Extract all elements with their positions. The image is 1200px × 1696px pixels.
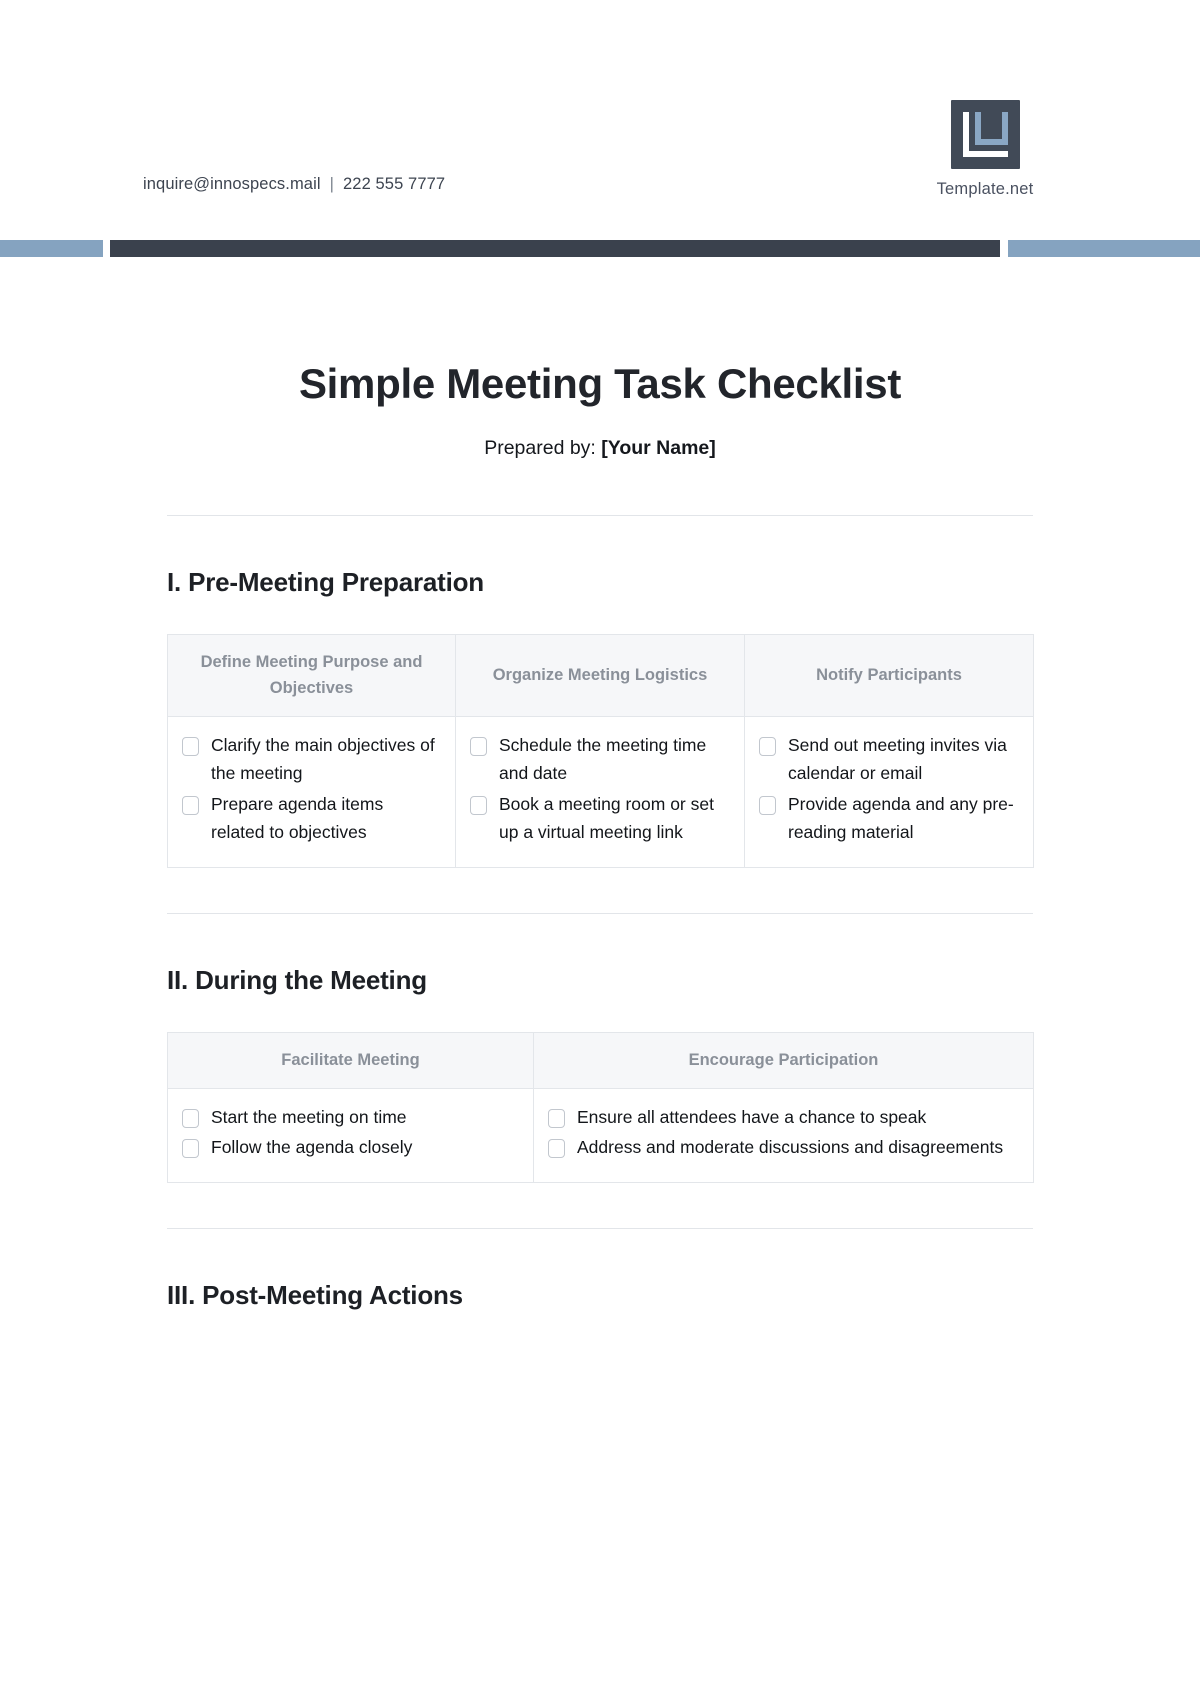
checklist-table-pre-meeting: Define Meeting Purpose and Objectives Or…	[167, 633, 1034, 868]
page-title: Simple Meeting Task Checklist	[298, 360, 902, 407]
checkbox-icon[interactable]	[182, 1109, 199, 1129]
table-cell: Start the meeting on time Follow the age…	[167, 1088, 534, 1183]
prepared-by-line: Prepared by: [Your Name]	[0, 437, 1200, 460]
table-cell: Ensure all attendees have a chance to sp…	[533, 1088, 1034, 1183]
checklist-item[interactable]: Schedule the meeting time and date	[470, 731, 730, 788]
checklist-item[interactable]: Provide agenda and any pre-reading mater…	[759, 790, 1019, 847]
table-header-row: Facilitate Meeting Encourage Participati…	[167, 1031, 1034, 1090]
column-header: Encourage Participation	[533, 1031, 1034, 1090]
checkbox-icon[interactable]	[759, 737, 776, 757]
checklist-item[interactable]: Start the meeting on time	[182, 1103, 519, 1131]
checklist-item-label: Clarify the main objectives of the meeti…	[211, 735, 435, 784]
checklist-item-label: Book a meeting room or set up a virtual …	[499, 793, 714, 843]
header-rule-bars	[0, 240, 1200, 257]
prepared-by-label: Prepared by:	[484, 437, 596, 459]
document-body: Simple Meeting Task Checklist Prepared b…	[0, 256, 1200, 1311]
checkbox-icon[interactable]	[182, 1139, 199, 1159]
brand-name: Template.net	[936, 180, 1034, 198]
table-cell: Clarify the main objectives of the meeti…	[167, 716, 456, 868]
column-header: Define Meeting Purpose and Objectives	[167, 633, 456, 718]
checklist-item-label: Follow the agenda closely	[211, 1137, 413, 1158]
checklist-item-label: Prepare agenda items related to objectiv…	[211, 793, 384, 843]
checkbox-icon[interactable]	[470, 795, 487, 815]
section-pre-meeting-preparation: I. Pre-Meeting Preparation Define Meetin…	[167, 516, 1034, 868]
checklist-item[interactable]: Ensure all attendees have a chance to sp…	[548, 1103, 1019, 1131]
checklist-item[interactable]: Prepare agenda items related to objectiv…	[182, 790, 441, 847]
table-row: Clarify the main objectives of the meeti…	[167, 716, 1034, 868]
section-heading: I. Pre-Meeting Preparation	[167, 567, 484, 597]
checklist-item[interactable]: Follow the agenda closely	[182, 1133, 519, 1161]
checkbox-icon[interactable]	[470, 737, 487, 757]
contact-separator: |	[329, 175, 335, 193]
logo-inner-u-shape	[974, 112, 1008, 145]
table-cell: Schedule the meeting time and date Book …	[455, 716, 745, 868]
checkbox-icon[interactable]	[548, 1139, 565, 1159]
column-header: Facilitate Meeting	[167, 1031, 534, 1090]
table-cell: Send out meeting invites via calendar or…	[744, 716, 1034, 868]
brand-block: Template.net	[915, 100, 1055, 199]
checklist-item-label: Send out meeting invites via calendar or…	[788, 735, 1007, 784]
prepared-by-value: [Your Name]	[601, 437, 716, 459]
document-header: inquire@innospecs.mail | 222 555 7777 Temp…	[0, 0, 1200, 256]
checkbox-icon[interactable]	[182, 737, 199, 757]
checklist-item-label: Start the meeting on time	[211, 1107, 407, 1128]
contact-email: inquire@innospecs.mail	[143, 175, 321, 193]
checklist-item-label: Schedule the meeting time and date	[499, 735, 707, 784]
checklist-item-label: Address and moderate discussions and dis…	[577, 1137, 1004, 1158]
table-row: Start the meeting on time Follow the age…	[167, 1088, 1034, 1183]
checkbox-icon[interactable]	[548, 1109, 565, 1129]
contact-phone: 222 555 7777	[343, 175, 446, 193]
checklist-item-label: Ensure all attendees have a chance to sp…	[577, 1107, 927, 1128]
checklist-item[interactable]: Book a meeting room or set up a virtual …	[470, 790, 730, 847]
checkbox-icon[interactable]	[182, 795, 199, 815]
template-net-logo-icon	[950, 100, 1020, 169]
document-page: inquire@innospecs.mail | 222 555 7777 Temp…	[0, 0, 1200, 1696]
checklist-item-label: Provide agenda and any pre-reading mater…	[788, 793, 1014, 843]
checklist-table-during-meeting: Facilitate Meeting Encourage Participati…	[167, 1031, 1034, 1183]
checkbox-icon[interactable]	[759, 795, 776, 815]
accent-bar-left	[0, 240, 103, 257]
table-header-row: Define Meeting Purpose and Objectives Or…	[167, 633, 1034, 718]
contact-info: inquire@innospecs.mail | 222 555 7777	[143, 175, 445, 194]
checklist-item[interactable]: Address and moderate discussions and dis…	[548, 1133, 1019, 1161]
column-header: Organize Meeting Logistics	[455, 633, 745, 718]
checklist-item[interactable]: Clarify the main objectives of the meeti…	[182, 731, 441, 788]
section-heading: II. During the Meeting	[167, 964, 427, 995]
title-zone: Simple Meeting Task Checklist Prepared b…	[0, 256, 1200, 460]
section-during-the-meeting: II. During the Meeting Facilitate Meetin…	[167, 914, 1034, 1183]
accent-bar-right	[1008, 240, 1200, 257]
header-divider-bar	[110, 240, 1000, 257]
column-header: Notify Participants	[744, 633, 1034, 718]
section-post-meeting-actions: III. Post-Meeting Actions	[167, 1229, 1033, 1311]
section-heading: III. Post-Meeting Actions	[167, 1279, 463, 1310]
checklist-item[interactable]: Send out meeting invites via calendar or…	[759, 731, 1019, 788]
